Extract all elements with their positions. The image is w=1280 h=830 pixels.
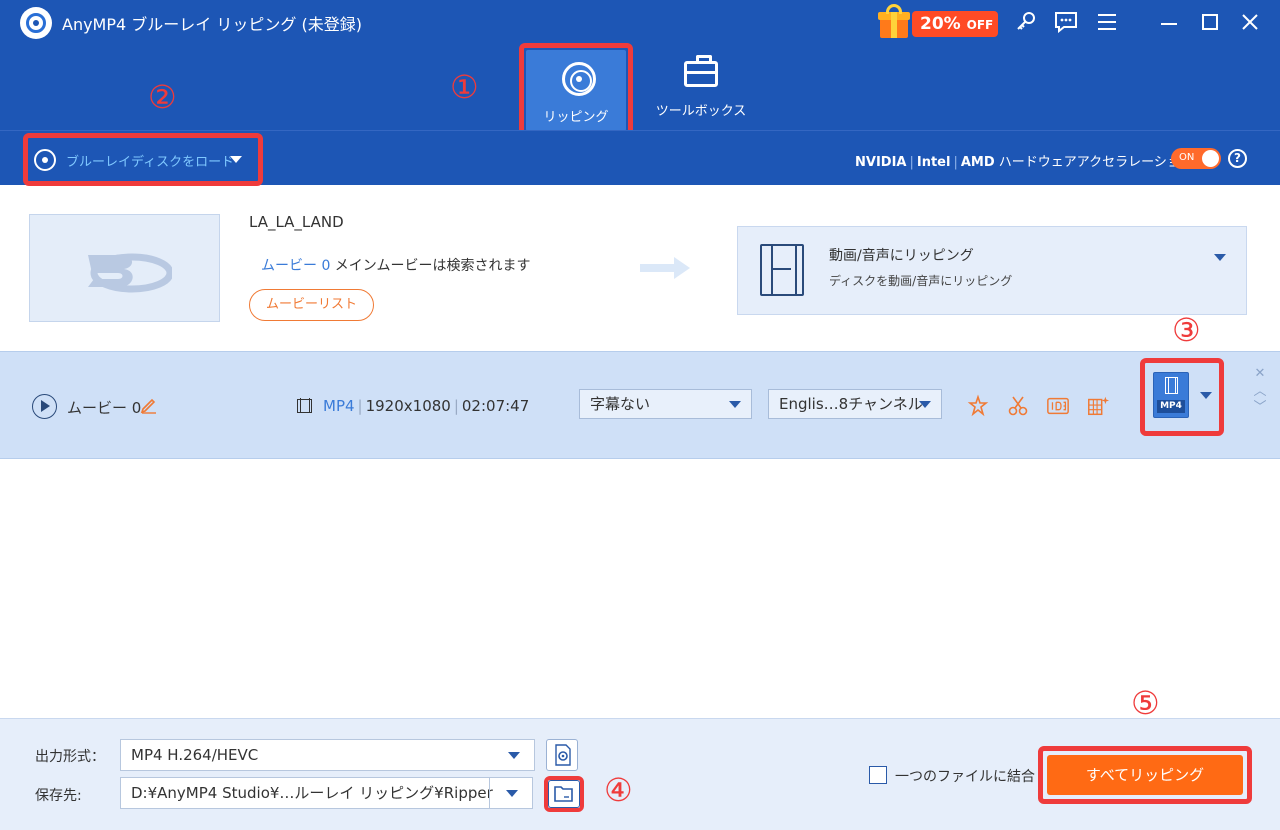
hw-acceleration-toggle[interactable]: ON	[1171, 148, 1221, 169]
hw-amd: AMD	[960, 155, 995, 170]
movie-count-link[interactable]: ムービー 0	[261, 258, 330, 274]
callout-3: ③	[1172, 311, 1201, 349]
edit-effects-icon[interactable]	[1086, 394, 1110, 418]
tab-toolbox-label: ツールボックス	[655, 104, 747, 119]
merge-checkbox[interactable]	[869, 766, 887, 784]
menu-icon[interactable]	[1093, 8, 1121, 36]
cut-icon[interactable]	[1006, 394, 1030, 418]
bluray-logo-icon	[88, 253, 172, 293]
callout-5: ⑤	[1131, 684, 1160, 722]
subtitle-select[interactable]: 字幕ない	[579, 389, 752, 419]
output-mode-subtitle: ディスクを動画/音声にリッピング	[829, 274, 1013, 288]
disc-load-icon	[34, 149, 56, 171]
movie-name: ムービー 0	[67, 399, 142, 417]
tab-ripping-label: リッピング	[543, 110, 609, 125]
disc-icon	[562, 62, 596, 96]
movie-count-text: メインムービーは検索されます	[330, 258, 531, 274]
mp4-icon-label: MP4	[1157, 400, 1185, 413]
promo-off: OFF	[966, 18, 994, 32]
hw-nvidia: NVIDIA	[855, 155, 907, 170]
audio-select-value: Englis…8チャンネル	[779, 395, 923, 413]
disc-title: LA_LA_LAND	[249, 213, 344, 231]
film-small-icon	[297, 398, 312, 413]
output-mode-selector[interactable]: 動画/音声にリッピング ディスクを動画/音声にリッピング	[737, 226, 1247, 315]
save-destination-label: 保存先:	[35, 788, 82, 804]
save-destination-select[interactable]: D:¥AnyMP4 Studio¥…ルーレイ リッピング¥Ripper	[120, 777, 533, 809]
minimize-icon[interactable]	[1155, 8, 1183, 36]
app-logo	[20, 7, 52, 39]
maximize-icon[interactable]	[1196, 8, 1224, 36]
chevron-up-icon[interactable]: ︿	[1253, 385, 1267, 399]
hw-label: ハードウェアアクセラレーション	[998, 155, 1193, 170]
chevron-down-icon[interactable]	[230, 156, 242, 163]
promo-banner[interactable]: 20% OFF	[876, 2, 1004, 40]
toolbox-icon	[684, 55, 718, 87]
output-format-select[interactable]: MP4 H.264/HEVC	[120, 739, 535, 771]
help-icon[interactable]: ?	[1228, 149, 1247, 168]
mp4-format-icon: MP4	[1153, 372, 1189, 418]
load-bar: ブルーレイディスクをロード NVIDIA | Intel | AMD ハードウェアアクセ…	[0, 130, 1280, 186]
title-row[interactable]: ムービー 0 MP4 | 1920x1080 | 02:07:47 字幕ない Engli…	[0, 351, 1280, 459]
callout-1: ①	[450, 68, 479, 106]
chevron-down-icon[interactable]	[1200, 392, 1212, 399]
toggle-label: ON	[1179, 152, 1195, 163]
media-duration: 02:07:47	[461, 397, 530, 415]
media-format: MP4	[323, 397, 355, 415]
movie-list-button[interactable]: ムービーリスト	[249, 289, 374, 321]
rip-all-frame: すべてリッピング	[1038, 746, 1252, 804]
audio-track-select[interactable]: Englis…8チャンネル	[768, 389, 942, 419]
settings-icon	[555, 744, 571, 766]
chevron-down-icon[interactable]: ﹀	[1253, 401, 1267, 415]
media-info: MP4 | 1920x1080 | 02:07:47	[323, 397, 530, 415]
title-bar: AnyMP4 ブルーレイ リッピング (未登録) 20% OFF ① ② リッピ…	[0, 0, 1280, 138]
open-folder-button[interactable]	[544, 776, 584, 812]
feedback-icon[interactable]	[1052, 8, 1080, 36]
output-mode-title: 動画/音声にリッピング	[829, 248, 974, 264]
merge-label[interactable]: 一つのファイルに結合	[895, 766, 1035, 786]
load-disc-label: ブルーレイディスクをロード	[66, 155, 235, 170]
hardware-acceleration-text: NVIDIA | Intel | AMD ハードウェアアクセラレーション	[855, 155, 1193, 170]
key-icon[interactable]	[1012, 8, 1040, 36]
rip-all-button[interactable]: すべてリッピング	[1047, 755, 1243, 795]
output-format-label: 出力形式：	[35, 749, 105, 765]
promo-badge: 20% OFF	[912, 11, 998, 37]
enhance-icon[interactable]	[966, 394, 990, 418]
callout-4: ④	[604, 771, 633, 809]
format-settings-button[interactable]	[546, 739, 578, 771]
media-resolution: 1920x1080	[365, 397, 451, 415]
movie-count: ムービー 0 メインムービーは検索されます	[261, 255, 531, 275]
folder-icon	[554, 786, 573, 802]
save-destination-value: D:¥AnyMP4 Studio¥…ルーレイ リッピング¥Ripper	[131, 784, 493, 802]
callout-2: ②	[148, 78, 177, 116]
load-disc-button[interactable]: ブルーレイディスクをロード	[23, 133, 263, 186]
remove-icon[interactable]: ✕	[1253, 367, 1267, 381]
app-title: AnyMP4 ブルーレイ リッピング (未登録)	[62, 15, 362, 34]
id3-icon[interactable]	[1046, 394, 1070, 418]
chevron-down-icon[interactable]	[1214, 254, 1226, 261]
bottom-bar: 出力形式： MP4 H.264/HEVC 保存先: D:¥AnyMP4 Stud…	[0, 718, 1280, 830]
edit-icon[interactable]	[140, 396, 158, 414]
promo-percent: 20%	[920, 14, 961, 34]
film-icon	[760, 244, 804, 296]
tab-toolbox[interactable]: ツールボックス	[648, 55, 754, 125]
disc-thumbnail	[29, 214, 220, 322]
output-format-button[interactable]: MP4	[1140, 358, 1224, 436]
subtitle-select-value: 字幕ない	[590, 395, 651, 413]
arrow-right-icon	[640, 257, 690, 279]
output-format-value: MP4 H.264/HEVC	[131, 746, 259, 764]
play-icon[interactable]	[32, 394, 57, 419]
hw-intel: Intel	[916, 155, 951, 170]
tab-ripping[interactable]: リッピング	[519, 43, 633, 138]
close-icon[interactable]	[1236, 8, 1264, 36]
gift-icon	[878, 4, 910, 38]
